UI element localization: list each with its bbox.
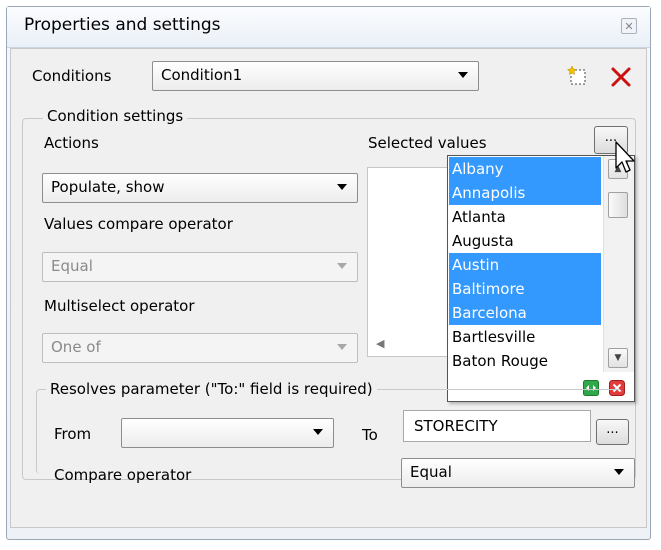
to-field[interactable]: STORECITY: [403, 410, 591, 442]
list-item[interactable]: Baton Rouge: [449, 349, 601, 373]
vertical-scrollbar[interactable]: ▲ ▼: [603, 156, 634, 372]
list-item[interactable]: Baltimore: [449, 277, 601, 301]
to-value: STORECITY: [414, 417, 498, 435]
selected-values-list[interactable]: [367, 167, 449, 357]
list-item[interactable]: Barcelona: [449, 301, 601, 325]
from-label: From: [54, 425, 92, 443]
multiselect-label: Multiselect operator: [44, 297, 195, 315]
chevron-down-icon: [458, 72, 468, 78]
new-condition-icon[interactable]: [566, 64, 591, 88]
list-item[interactable]: Annapolis: [449, 181, 601, 205]
to-label: To: [362, 426, 378, 444]
actions-combo[interactable]: Populate, show: [42, 173, 358, 203]
from-combo[interactable]: [121, 418, 334, 448]
delete-icon[interactable]: [610, 66, 632, 88]
values-compare-value: Equal: [51, 257, 93, 275]
chevron-down-icon: [337, 344, 347, 350]
selected-values-label: Selected values: [368, 134, 487, 152]
conditions-value: Condition1: [161, 66, 243, 84]
list-item[interactable]: Atlanta: [449, 205, 601, 229]
horizontal-scrollbar[interactable]: ◀: [370, 334, 448, 356]
list-item[interactable]: Bartlesville: [449, 325, 601, 349]
scroll-down-icon[interactable]: ▼: [608, 348, 628, 368]
close-button[interactable]: ✕: [621, 18, 637, 34]
actions-label: Actions: [44, 134, 99, 152]
chevron-down-icon: [337, 184, 347, 190]
list-item[interactable]: Albany: [449, 157, 601, 181]
values-compare-combo[interactable]: Equal: [42, 252, 358, 282]
mouse-cursor-icon: [614, 140, 638, 176]
compare-operator-combo[interactable]: Equal: [401, 458, 635, 488]
multiselect-combo[interactable]: One of: [42, 333, 358, 363]
chevron-down-icon: [614, 469, 624, 475]
actions-value: Populate, show: [51, 178, 165, 196]
scroll-left-icon[interactable]: ◀: [376, 337, 384, 350]
compare-operator-label: Compare operator: [54, 466, 192, 484]
conditions-label: Conditions: [32, 67, 112, 85]
chevron-down-icon: [337, 263, 347, 269]
values-compare-label: Values compare operator: [44, 215, 233, 233]
scroll-thumb[interactable]: [608, 192, 628, 218]
multiselect-value: One of: [51, 338, 101, 356]
window-title: Properties and settings: [24, 15, 221, 35]
list-item[interactable]: Augusta: [449, 229, 601, 253]
list-item[interactable]: Austin: [449, 253, 601, 277]
condition-settings-title: Condition settings: [43, 107, 188, 125]
compare-operator-value: Equal: [410, 463, 452, 481]
to-browse-button[interactable]: ...: [596, 419, 629, 445]
conditions-combo[interactable]: Condition1: [152, 61, 479, 91]
resolves-title: Resolves parameter ("To:" field is requi…: [46, 380, 377, 398]
chevron-down-icon: [313, 429, 323, 435]
